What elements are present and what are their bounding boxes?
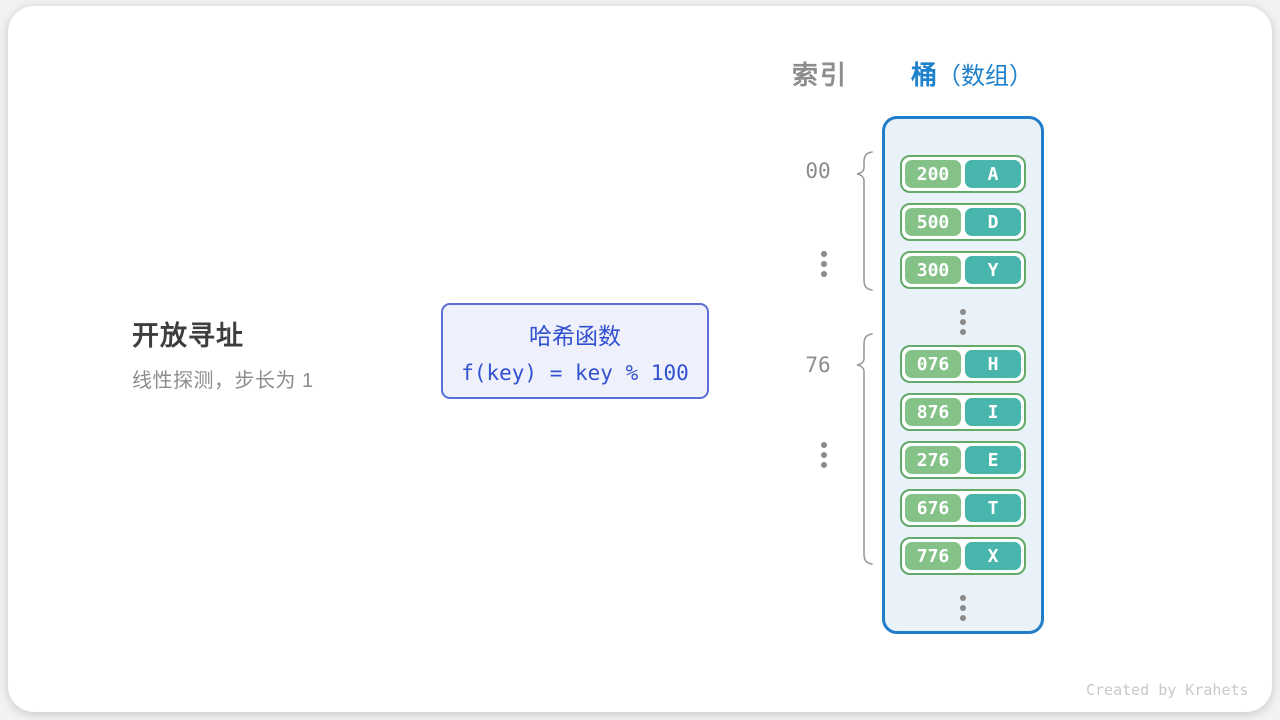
curly-brace-group-2 <box>853 332 875 566</box>
kv-pair-row: 076H <box>900 345 1026 383</box>
bucket-header-rest: （数组） <box>937 63 1033 90</box>
dot <box>960 329 966 335</box>
hash-function-box: 哈希函数 f(key) = key % 100 <box>441 303 709 399</box>
kv-pair-row: 276E <box>900 441 1026 479</box>
value-pill: T <box>965 494 1021 522</box>
kv-pair-row: 200A <box>900 155 1026 193</box>
diagram-title: 开放寻址 <box>132 314 244 353</box>
bucket-column-header: 桶（数组） <box>911 55 1033 92</box>
bucket-array-container: 200A500D300Y076H876I276E676T776X <box>882 116 1044 634</box>
kv-pair-row: 500D <box>900 203 1026 241</box>
value-pill: E <box>965 446 1021 474</box>
hash-function-title: 哈希函数 <box>529 317 621 351</box>
vertical-ellipsis-index-2 <box>821 442 827 468</box>
dot <box>821 452 827 458</box>
watermark: Created by Krahets <box>1086 681 1249 699</box>
dot <box>821 251 827 257</box>
index-label-00: 00 <box>796 159 840 183</box>
key-pill: 300 <box>905 256 961 284</box>
vertical-ellipsis-index-1 <box>821 251 827 277</box>
key-pill: 276 <box>905 446 961 474</box>
dot <box>960 605 966 611</box>
dot <box>960 319 966 325</box>
value-pill: H <box>965 350 1021 378</box>
value-pill: X <box>965 542 1021 570</box>
diagram-card: 开放寻址 线性探测，步长为 1 哈希函数 f(key) = key % 100 … <box>8 6 1272 712</box>
index-column-header: 索引 <box>792 55 848 92</box>
curly-brace-group-1 <box>853 150 875 292</box>
dot <box>821 261 827 267</box>
key-pill: 676 <box>905 494 961 522</box>
kv-pair-row: 876I <box>900 393 1026 431</box>
dot <box>821 462 827 468</box>
diagram-canvas: 开放寻址 线性探测，步长为 1 哈希函数 f(key) = key % 100 … <box>0 0 1280 720</box>
dot <box>960 615 966 621</box>
key-pill: 500 <box>905 208 961 236</box>
kv-pair-row: 676T <box>900 489 1026 527</box>
dot <box>821 442 827 448</box>
value-pill: A <box>965 160 1021 188</box>
dot <box>960 309 966 315</box>
key-pill: 200 <box>905 160 961 188</box>
value-pill: Y <box>965 256 1021 284</box>
vertical-ellipsis-bucket <box>960 299 966 345</box>
hash-function-formula: f(key) = key % 100 <box>461 361 689 385</box>
kv-pair-row: 300Y <box>900 251 1026 289</box>
key-pill: 076 <box>905 350 961 378</box>
value-pill: I <box>965 398 1021 426</box>
kv-pair-row: 776X <box>900 537 1026 575</box>
value-pill: D <box>965 208 1021 236</box>
key-pill: 876 <box>905 398 961 426</box>
dot <box>960 595 966 601</box>
diagram-subtitle: 线性探测，步长为 1 <box>132 364 314 393</box>
bucket-header-bold: 桶 <box>911 60 937 90</box>
dot <box>821 271 827 277</box>
vertical-ellipsis-bucket <box>960 585 966 631</box>
key-pill: 776 <box>905 542 961 570</box>
index-label-76: 76 <box>796 353 840 377</box>
